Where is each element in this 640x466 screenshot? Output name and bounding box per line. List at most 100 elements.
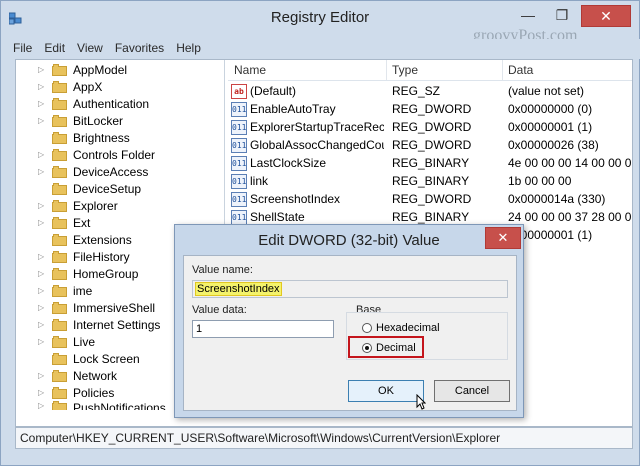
cancel-button[interactable]: Cancel: [434, 380, 510, 402]
value-row[interactable]: 011 GlobalAssocChangedCou... REG_DWORD 0x00…: [228, 136, 632, 154]
expand-arrow-icon[interactable]: ▷: [38, 303, 48, 312]
edit-dword-dialog: Edit DWORD (32-bit) Value ✕ Value name: …: [174, 224, 524, 418]
radio-unselected-icon[interactable]: [362, 323, 372, 333]
tree-item-brightness[interactable]: Brightness: [16, 129, 130, 146]
expand-arrow-icon[interactable]: ▷: [38, 337, 48, 346]
tree-item-label: Controls Folder: [73, 147, 156, 162]
expand-arrow-icon[interactable]: ▷: [38, 99, 48, 108]
value-name: (Default): [250, 84, 297, 98]
value-row[interactable]: 011 ExplorerStartupTraceRec... REG_DWORD 0x…: [228, 118, 632, 136]
folder-icon: [52, 301, 68, 314]
value-type: REG_DWORD: [392, 138, 472, 152]
value-name-text: ScreenshotIndex: [195, 282, 282, 296]
tree-item-deviceaccess[interactable]: ▷ DeviceAccess: [16, 163, 148, 180]
expand-arrow-icon[interactable]: ▷: [38, 218, 48, 227]
column-divider[interactable]: [502, 60, 503, 80]
expand-arrow-icon[interactable]: ▷: [38, 116, 48, 125]
value-name: EnableAutoTray: [250, 102, 336, 116]
tree-item-label: HomeGroup: [73, 266, 139, 281]
binary-value-icon: 011: [231, 156, 247, 171]
tree-item-appx[interactable]: ▷ AppX: [16, 78, 102, 95]
tree-item-extensions[interactable]: Extensions: [16, 231, 132, 248]
folder-icon: [52, 131, 68, 144]
tree-item-devicesetup[interactable]: DeviceSetup: [16, 180, 141, 197]
tree-item-immersiveshell[interactable]: ▷ ImmersiveShell: [16, 299, 155, 316]
value-name-label: Value name:: [192, 264, 253, 276]
tree-item-homegroup[interactable]: ▷ HomeGroup: [16, 265, 138, 282]
tree-item-label: Explorer: [73, 198, 118, 213]
binary-value-icon: 011: [231, 120, 247, 135]
value-data: 0x00000026 (38): [508, 138, 599, 152]
menu-edit[interactable]: Edit: [38, 39, 71, 59]
value-row[interactable]: 011 ScreenshotIndex REG_DWORD 0x0000014a (3…: [228, 190, 632, 208]
menu-favorites[interactable]: Favorites: [109, 39, 170, 59]
expand-arrow-icon[interactable]: ▷: [38, 167, 48, 176]
folder-icon: [52, 369, 68, 382]
tree-item-label: Policies: [73, 385, 115, 400]
binary-value-icon: 011: [231, 192, 247, 207]
menu-file[interactable]: File: [7, 39, 38, 59]
tree-item-authentication[interactable]: ▷ Authentication: [16, 95, 149, 112]
tree-item-appmodel[interactable]: ▷ AppModel: [16, 61, 127, 78]
close-button[interactable]: ✕: [581, 5, 631, 27]
expand-arrow-icon[interactable]: ▷: [38, 388, 48, 397]
decimal-highlight-box: [348, 336, 424, 358]
dialog-body: Value name: ScreenshotIndex Value data: …: [183, 255, 517, 411]
column-header-name[interactable]: Name: [234, 63, 266, 77]
tree-item-lock-screen[interactable]: Lock Screen: [16, 350, 140, 367]
value-row[interactable]: 011 LastClockSize REG_BINARY 4e 00 00 00 14…: [228, 154, 632, 172]
ok-button[interactable]: OK: [348, 380, 424, 402]
expand-arrow-icon[interactable]: ▷: [38, 82, 48, 91]
expand-arrow-icon[interactable]: ▷: [38, 320, 48, 329]
column-header-type[interactable]: Type: [392, 63, 418, 77]
value-row[interactable]: 011 EnableAutoTray REG_DWORD 0x00000000 (0): [228, 100, 632, 118]
menu-help[interactable]: Help: [170, 39, 207, 59]
value-name: LastClockSize: [250, 156, 327, 170]
tree-item-live[interactable]: ▷ Live: [16, 333, 95, 350]
tree-item-network[interactable]: ▷ Network: [16, 367, 117, 384]
tree-item-label: AppModel: [73, 62, 128, 77]
expand-arrow-icon[interactable]: ▷: [38, 150, 48, 159]
tree-item-policies[interactable]: ▷ Policies: [16, 384, 114, 401]
value-row[interactable]: 011 link REG_BINARY 1b 00 00 00: [228, 172, 632, 190]
value-type: REG_BINARY: [392, 174, 470, 188]
hexadecimal-label: Hexadecimal: [376, 322, 440, 334]
value-row[interactable]: ab (Default) REG_SZ (value not set): [228, 82, 632, 100]
value-type: REG_SZ: [392, 84, 441, 98]
tree-item-filehistory[interactable]: ▷ FileHistory: [16, 248, 130, 265]
tree-item-ext[interactable]: ▷ Ext: [16, 214, 90, 231]
tree-item-pushnotifications[interactable]: ▷ PushNotifications: [16, 401, 166, 410]
folder-icon: [52, 80, 68, 93]
folder-icon: [52, 148, 68, 161]
minimize-button[interactable]: —: [513, 5, 543, 25]
expand-arrow-icon[interactable]: ▷: [38, 252, 48, 261]
binary-value-icon: 011: [231, 138, 247, 153]
expand-arrow-icon[interactable]: ▷: [38, 201, 48, 210]
tree-item-controls-folder[interactable]: ▷ Controls Folder: [16, 146, 155, 163]
hexadecimal-radio[interactable]: Hexadecimal: [362, 322, 440, 334]
expand-arrow-icon[interactable]: ▷: [38, 65, 48, 74]
tree-item-internet-settings[interactable]: ▷ Internet Settings: [16, 316, 160, 333]
expand-arrow-icon[interactable]: ▷: [38, 286, 48, 295]
string-value-icon: ab: [231, 84, 247, 99]
column-header-data[interactable]: Data: [508, 63, 533, 77]
expand-arrow-icon[interactable]: ▷: [38, 401, 48, 410]
expand-arrow-icon[interactable]: ▷: [38, 371, 48, 380]
tree-item-label: ImmersiveShell: [73, 300, 156, 315]
folder-icon: [52, 386, 68, 399]
tree-item-label: Live: [73, 334, 96, 349]
maximize-button[interactable]: ❐: [547, 5, 577, 25]
tree-item-label: Authentication: [73, 96, 150, 111]
tree-item-ime[interactable]: ▷ ime: [16, 282, 92, 299]
tree-item-explorer[interactable]: ▷ Explorer: [16, 197, 118, 214]
value-data: 0x00000001 (1): [508, 228, 593, 242]
folder-icon: [52, 318, 68, 331]
dialog-close-button[interactable]: ✕: [485, 227, 521, 249]
tree-item-bitlocker[interactable]: ▷ BitLocker: [16, 112, 123, 129]
folder-icon: [52, 114, 68, 127]
expand-arrow-icon[interactable]: ▷: [38, 269, 48, 278]
value-data-input[interactable]: 1: [192, 320, 334, 338]
menu-view[interactable]: View: [71, 39, 109, 59]
column-divider[interactable]: [386, 60, 387, 80]
folder-icon: [52, 284, 68, 297]
